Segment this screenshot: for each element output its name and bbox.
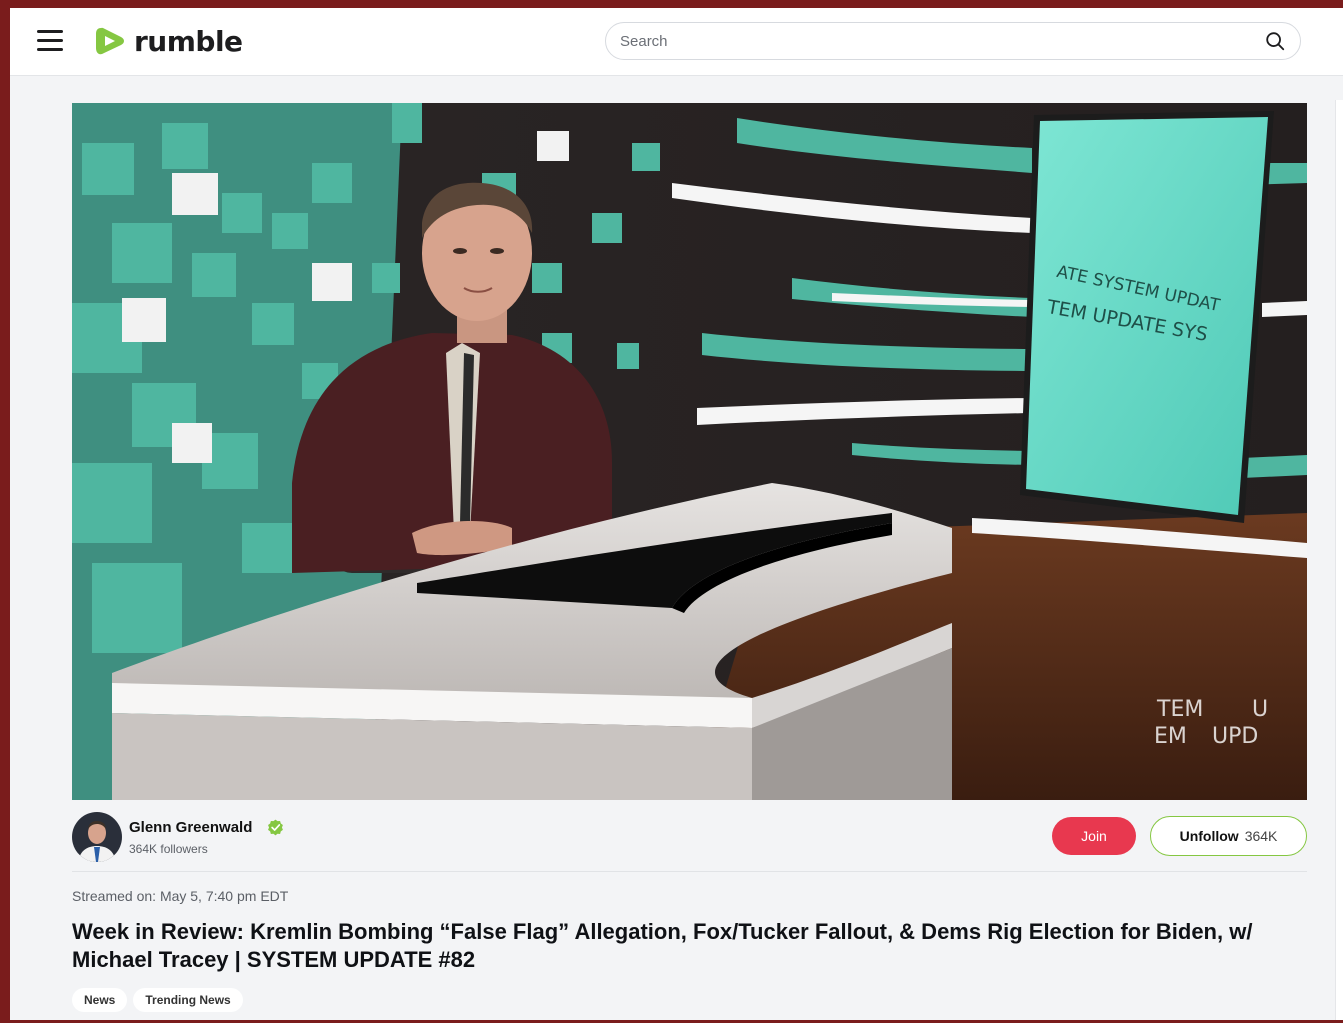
search-input[interactable] <box>620 32 1264 50</box>
streamed-date: Streamed on: May 5, 7:40 pm EDT <box>72 888 289 904</box>
top-navigation-bar: rumble <box>10 8 1343 76</box>
search-bar <box>605 22 1301 60</box>
svg-text:TEM: TEM <box>1156 697 1203 722</box>
search-icon[interactable] <box>1264 30 1286 52</box>
svg-text:U: U <box>1252 697 1268 722</box>
tag-news[interactable]: News <box>72 988 128 1012</box>
video-frame: ATE SYSTEM UPDAT TEM UPDATE SYS TEM U EM… <box>72 103 1307 800</box>
svg-text:EM: EM <box>1154 724 1187 749</box>
rumble-logo[interactable]: rumble <box>94 24 243 58</box>
svg-text:UPD: UPD <box>1212 724 1258 749</box>
channel-followers: 364K followers <box>129 842 208 856</box>
tag-trending-news[interactable]: Trending News <box>133 988 243 1012</box>
sidebar-edge <box>1335 100 1343 1020</box>
follower-count: 364K <box>1244 828 1278 844</box>
studio-screen: ATE SYSTEM UPDAT TEM UPDATE SYS <box>1020 111 1274 523</box>
logo-wordmark: rumble <box>134 24 243 58</box>
channel-avatar[interactable] <box>72 812 122 862</box>
channel-info-row: Glenn Greenwald 364K followers Join Unfo… <box>72 808 1307 872</box>
join-button[interactable]: Join <box>1052 817 1136 855</box>
verified-badge-icon <box>268 819 283 836</box>
channel-name[interactable]: Glenn Greenwald <box>129 819 252 836</box>
unfollow-label: Unfollow <box>1179 828 1239 844</box>
video-player[interactable]: ATE SYSTEM UPDAT TEM UPDATE SYS TEM U EM… <box>72 103 1307 800</box>
rumble-play-icon <box>96 27 124 55</box>
video-title: Week in Review: Kremlin Bombing “False F… <box>72 919 1253 972</box>
hamburger-menu-icon[interactable] <box>37 30 63 52</box>
unfollow-button[interactable]: Unfollow 364K <box>1150 816 1307 856</box>
tag-list: News Trending News <box>72 988 243 1012</box>
page-frame: rumble Search ATE SYSTEM UPDAT TEM UPDAT… <box>10 8 1343 1020</box>
